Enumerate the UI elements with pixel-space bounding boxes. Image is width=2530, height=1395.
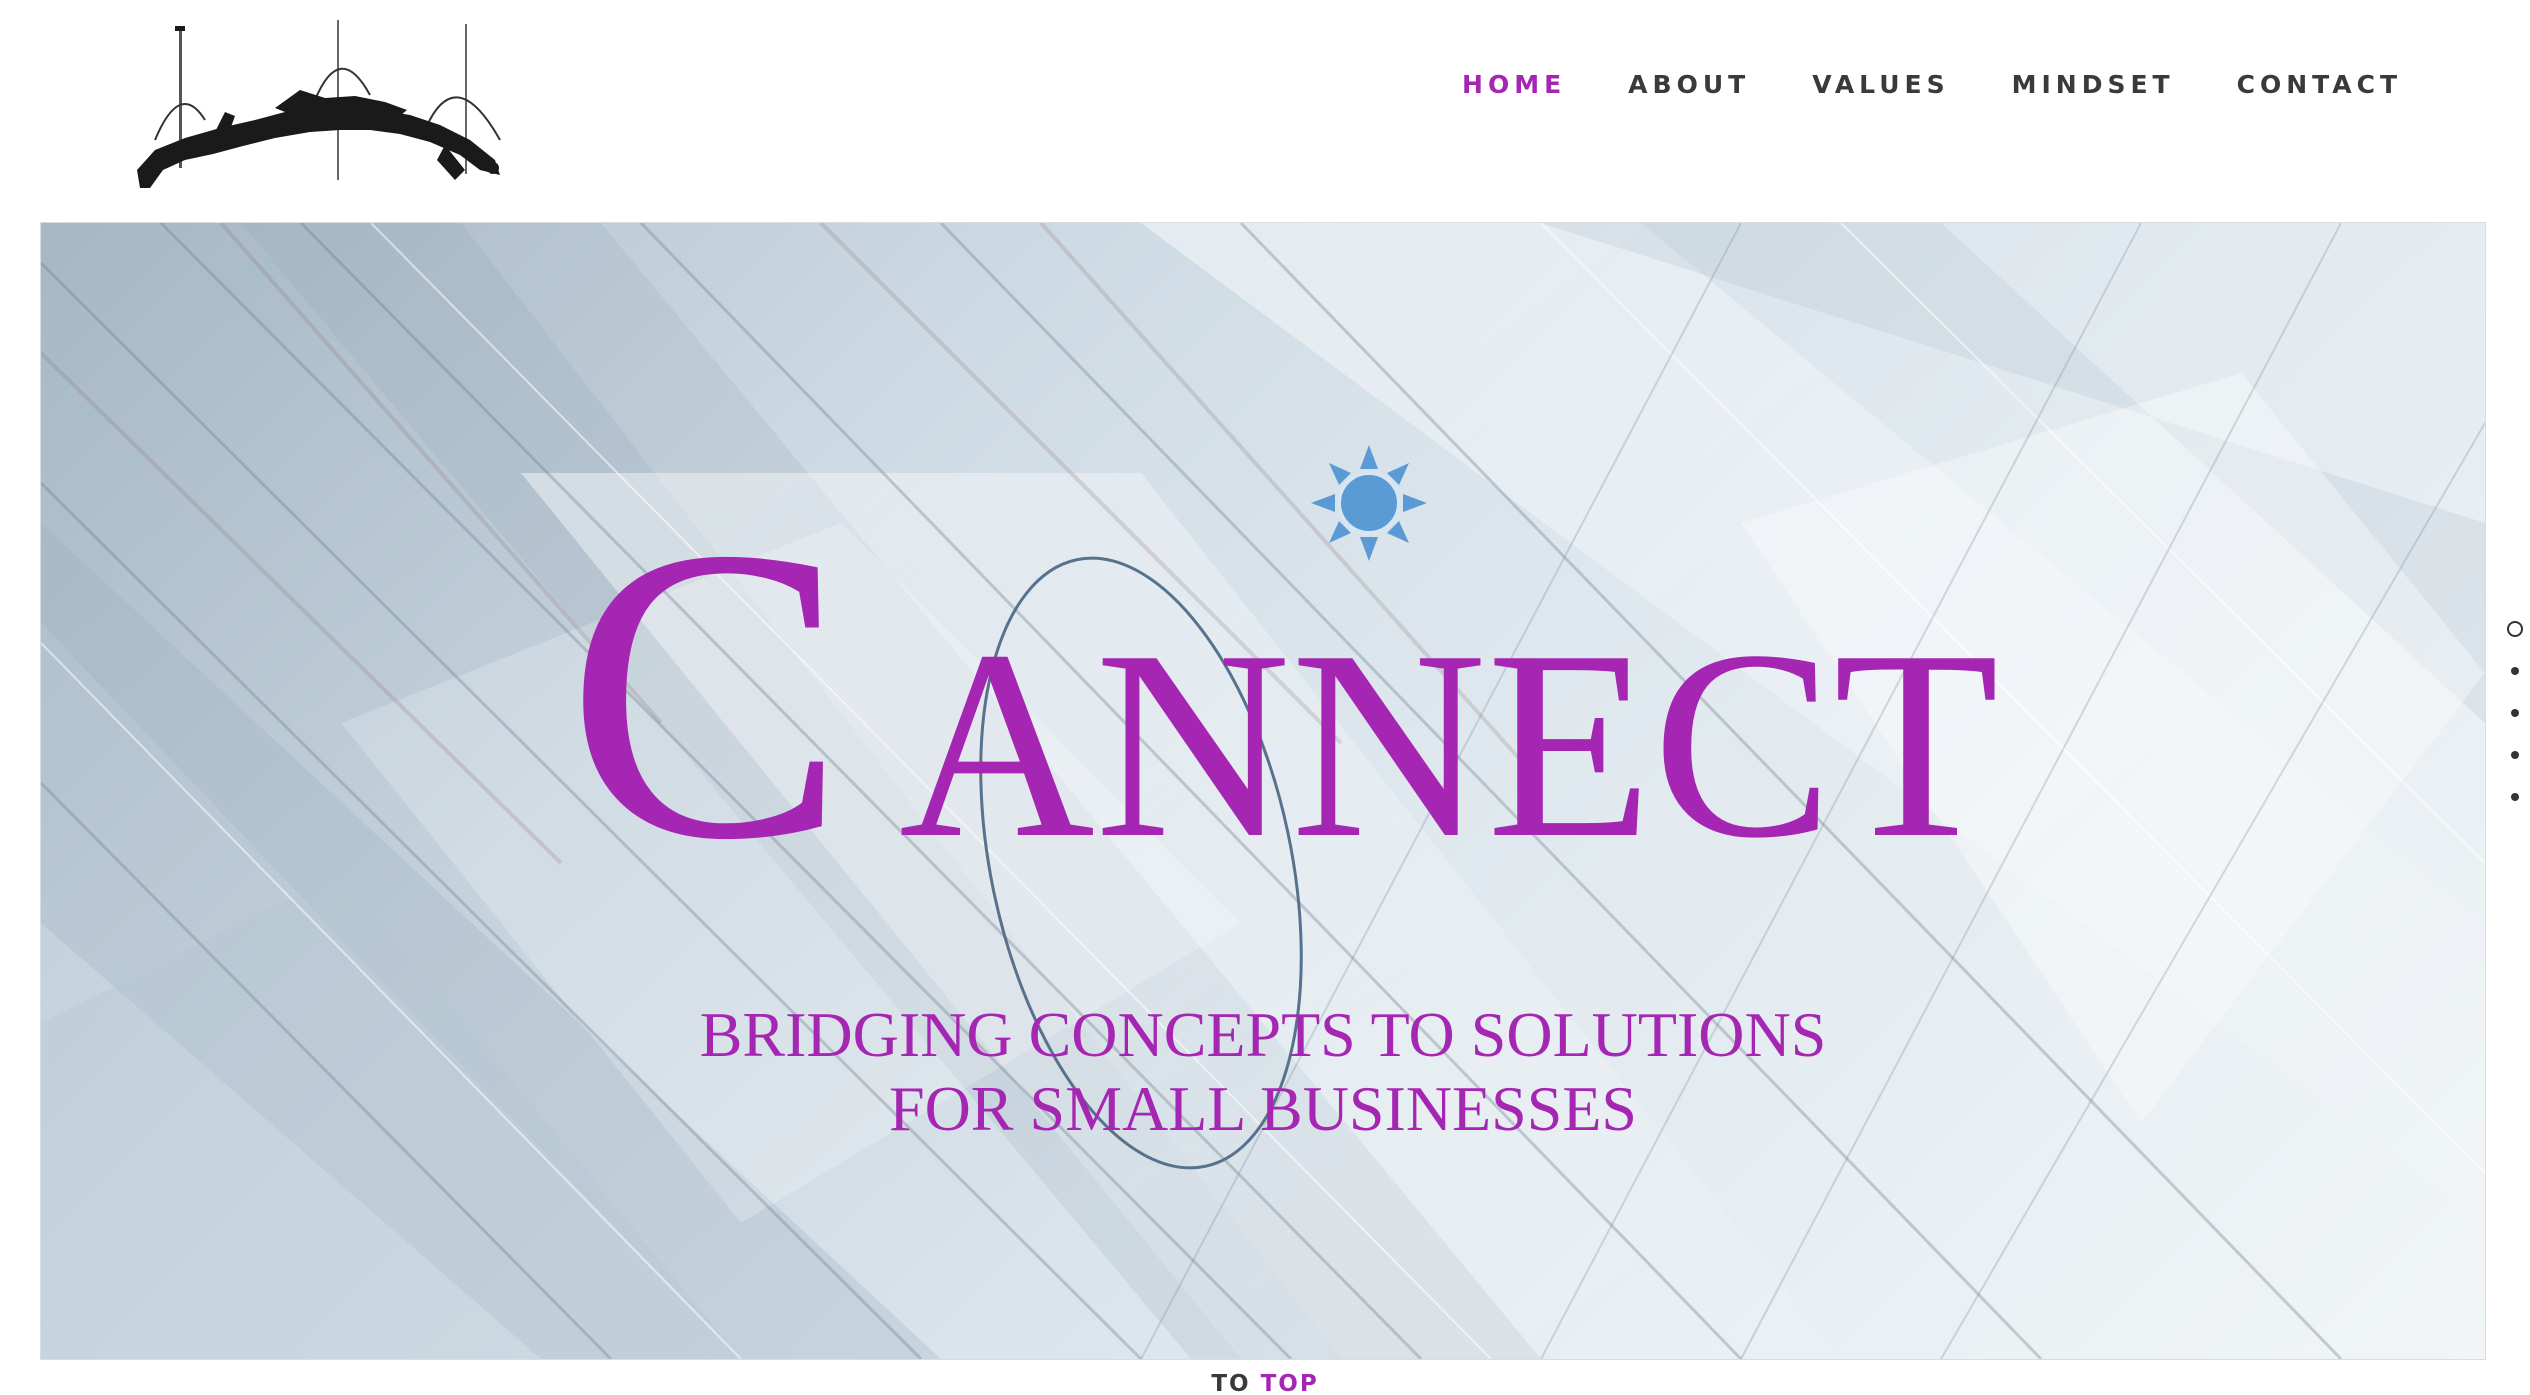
brand-logo: C ANNECT bbox=[566, 445, 1999, 1170]
hero-banner: C ANNECT BRIDGING CONCEPTS TO SOLUTIONS … bbox=[40, 222, 2486, 1360]
sun-icon bbox=[1311, 445, 1427, 561]
nav-mindset[interactable]: MINDSET bbox=[2012, 70, 2175, 99]
logo-acrobats-icon[interactable] bbox=[125, 20, 525, 195]
brand-rest: ANNECT bbox=[899, 595, 1999, 894]
to-top-word-top: TOP bbox=[1260, 1371, 1319, 1395]
section-dot-5[interactable] bbox=[2500, 776, 2530, 818]
nav-values[interactable]: VALUES bbox=[1812, 70, 1949, 99]
section-dot-2[interactable] bbox=[2500, 650, 2530, 692]
nav-about[interactable]: ABOUT bbox=[1628, 70, 1750, 99]
page: HOME ABOUT VALUES MINDSET CONTACT C ANNE… bbox=[0, 0, 2530, 1395]
to-top-word-to: TO bbox=[1211, 1371, 1251, 1395]
tagline-line-2: FOR SMALL BUSINESSES bbox=[888, 1073, 1638, 1144]
section-dot-3[interactable] bbox=[2500, 692, 2530, 734]
to-top-link[interactable]: TO TOP bbox=[0, 1371, 2530, 1395]
section-dot-4[interactable] bbox=[2500, 734, 2530, 776]
nav-home[interactable]: HOME bbox=[1462, 70, 1566, 99]
hero-tagline: BRIDGING CONCEPTS TO SOLUTIONS FOR SMALL… bbox=[41, 998, 2485, 1146]
section-dots bbox=[2500, 608, 2530, 818]
section-dot-1[interactable] bbox=[2500, 608, 2530, 650]
brand-initial: C bbox=[566, 461, 846, 926]
brand-wordmark: C ANNECT bbox=[566, 461, 1999, 926]
nav-contact[interactable]: CONTACT bbox=[2237, 70, 2402, 99]
main-nav: HOME ABOUT VALUES MINDSET CONTACT bbox=[1462, 70, 2402, 99]
tagline-line-1: BRIDGING CONCEPTS TO SOLUTIONS bbox=[699, 999, 1827, 1070]
